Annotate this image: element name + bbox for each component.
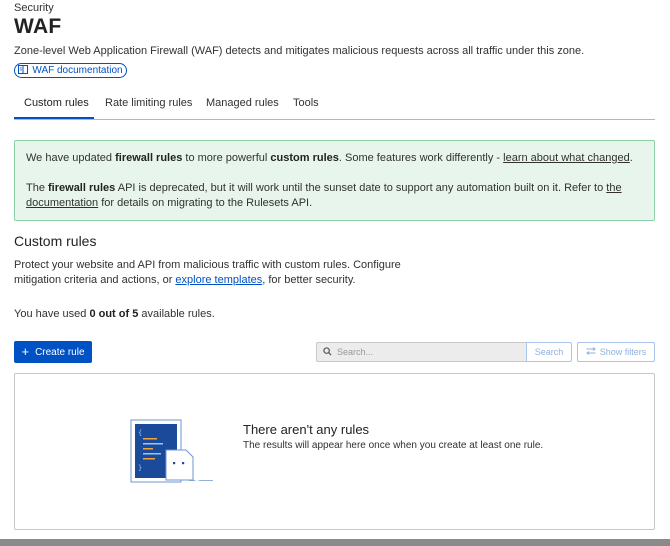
usage-text: available rules. <box>138 308 215 320</box>
show-filters-label: Show filters <box>599 347 647 357</box>
notice-line-2: The firewall rules API is deprecated, bu… <box>26 181 643 211</box>
search-input[interactable] <box>337 347 517 357</box>
notice-text: API is deprecated, but it will work unti… <box>115 182 607 194</box>
usage-text: You have used <box>14 308 90 320</box>
notice-text: We have updated <box>26 152 116 164</box>
create-rule-label: Create rule <box>35 346 85 358</box>
plus-icon: + <box>21 344 30 359</box>
page-title: WAF <box>14 15 62 38</box>
section-desc-text: , for better security. <box>262 274 356 286</box>
empty-state-description: The results will appear here once when y… <box>243 440 544 451</box>
search-button[interactable]: Search <box>526 342 572 362</box>
tab-custom-rules[interactable]: Custom rules <box>24 97 89 109</box>
search-icon <box>323 343 332 361</box>
active-tab-indicator <box>14 117 94 119</box>
notice-bold-text: firewall rules <box>48 182 116 194</box>
notice-text: to more powerful <box>182 152 271 164</box>
notice-bold-text: firewall rules <box>115 152 183 164</box>
filter-arrows-icon <box>585 347 596 357</box>
notice-text: . Some features work differently - <box>338 152 504 164</box>
tab-rate-limiting-rules[interactable]: Rate limiting rules <box>105 97 192 109</box>
tab-managed-rules[interactable]: Managed rules <box>206 97 279 109</box>
learn-what-changed-link[interactable]: learn about what changed <box>503 152 630 164</box>
waf-documentation-label: WAF documentation <box>32 65 123 76</box>
notice-text: The <box>26 182 49 194</box>
svg-text:{: { <box>138 429 142 437</box>
section-description: Protect your website and API from malici… <box>14 258 434 288</box>
explore-templates-link[interactable]: explore templates <box>175 274 262 286</box>
migration-notice: We have updated firewall rules to more p… <box>14 140 655 221</box>
usage-count: 0 out of 5 <box>89 308 139 320</box>
tab-tools[interactable]: Tools <box>293 97 319 109</box>
rule-usage: You have used 0 out of 5 available rules… <box>14 308 215 320</box>
waf-documentation-link[interactable]: WAF documentation <box>14 63 127 78</box>
empty-rules-illustration: { } <box>129 418 219 484</box>
breadcrumb: Security <box>14 2 54 14</box>
horizontal-scrollbar[interactable] <box>0 539 670 546</box>
svg-text:}: } <box>138 464 142 472</box>
section-title: Custom rules <box>14 233 97 249</box>
show-filters-button[interactable]: Show filters <box>577 342 655 362</box>
notice-bold-text: custom rules <box>270 152 339 164</box>
create-rule-button[interactable]: + Create rule <box>14 341 92 363</box>
rules-empty-state: { } There aren't any rules The results w… <box>14 373 655 530</box>
tab-bar: Custom rules Rate limiting rules Managed… <box>14 90 655 120</box>
notice-text: for details on migrating to the Rulesets… <box>98 197 313 209</box>
empty-state-title: There aren't any rules <box>243 422 370 437</box>
book-icon <box>18 64 29 77</box>
search-box <box>316 342 527 362</box>
page-description: Zone-level Web Application Firewall (WAF… <box>14 45 585 57</box>
notice-text: . <box>629 152 633 164</box>
notice-line-1: We have updated firewall rules to more p… <box>26 151 643 166</box>
